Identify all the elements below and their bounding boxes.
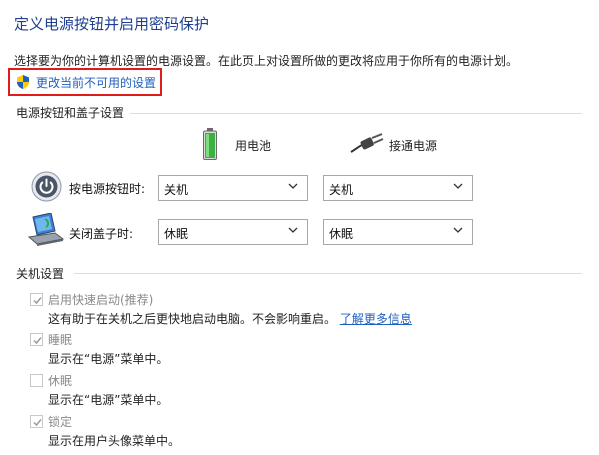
- sleep-label: 睡眠: [48, 333, 73, 347]
- power-options-page: 定义电源按钮并启用密码保护 选择要为你的计算机设置的电源设置。在此页上对设置所做…: [0, 0, 599, 455]
- battery-icon: [203, 128, 217, 160]
- hibernate-description: 显示在“电源”菜单中。: [48, 393, 169, 407]
- fast-startup-checkbox[interactable]: [30, 293, 43, 306]
- checkmark-icon: [33, 419, 42, 427]
- chevron-down-icon: [288, 227, 298, 233]
- column-plugged-in: 接通电源: [389, 139, 438, 153]
- chevron-down-icon: [453, 183, 463, 189]
- chevron-down-icon: [453, 227, 463, 233]
- column-battery: 用电池: [235, 139, 272, 153]
- checkmark-icon: [33, 297, 42, 305]
- section-divider: [130, 113, 582, 114]
- power-button-icon: [31, 171, 62, 202]
- row-label-power-button: 按电源按钮时:: [69, 182, 146, 196]
- learn-more-link[interactable]: 了解更多信息: [340, 312, 412, 326]
- uac-shield-icon: [17, 75, 29, 89]
- hibernate-label: 休眠: [48, 374, 73, 388]
- section-divider: [74, 273, 582, 274]
- lock-description: 显示在用户头像菜单中。: [48, 434, 181, 448]
- close-lid-battery-select[interactable]: 休眠: [158, 219, 308, 245]
- lock-label: 锁定: [48, 415, 73, 429]
- hibernate-checkbox[interactable]: [30, 374, 43, 387]
- close-lid-plugged-select[interactable]: 休眠: [323, 219, 473, 245]
- fast-startup-description: 这有助于在关机之后更快地启动电脑。不会影响重启。 了解更多信息: [48, 312, 412, 326]
- row-label-close-lid: 关闭盖子时:: [69, 227, 134, 241]
- checkmark-icon: [33, 337, 42, 345]
- chevron-down-icon: [288, 183, 298, 189]
- power-button-plugged-select[interactable]: 关机: [323, 175, 473, 201]
- sleep-description: 显示在“电源”菜单中。: [48, 352, 169, 366]
- change-unavailable-settings-link[interactable]: 更改当前不可用的设置: [36, 74, 156, 91]
- sleep-checkbox[interactable]: [30, 333, 43, 346]
- power-button-battery-select[interactable]: 关机: [158, 175, 308, 201]
- page-description: 选择要为你的计算机设置的电源设置。在此页上对设置所做的更改将应用于你所有的电源计…: [14, 54, 519, 68]
- plug-icon: [350, 133, 384, 153]
- laptop-lid-icon: [27, 213, 65, 246]
- page-title: 定义电源按钮并启用密码保护: [14, 15, 210, 33]
- fast-startup-label: 启用快速启动(推荐): [48, 293, 154, 307]
- section-heading-shutdown: 关机设置: [16, 267, 65, 281]
- section-heading-power: 电源按钮和盖子设置: [16, 106, 125, 120]
- lock-checkbox[interactable]: [30, 415, 43, 428]
